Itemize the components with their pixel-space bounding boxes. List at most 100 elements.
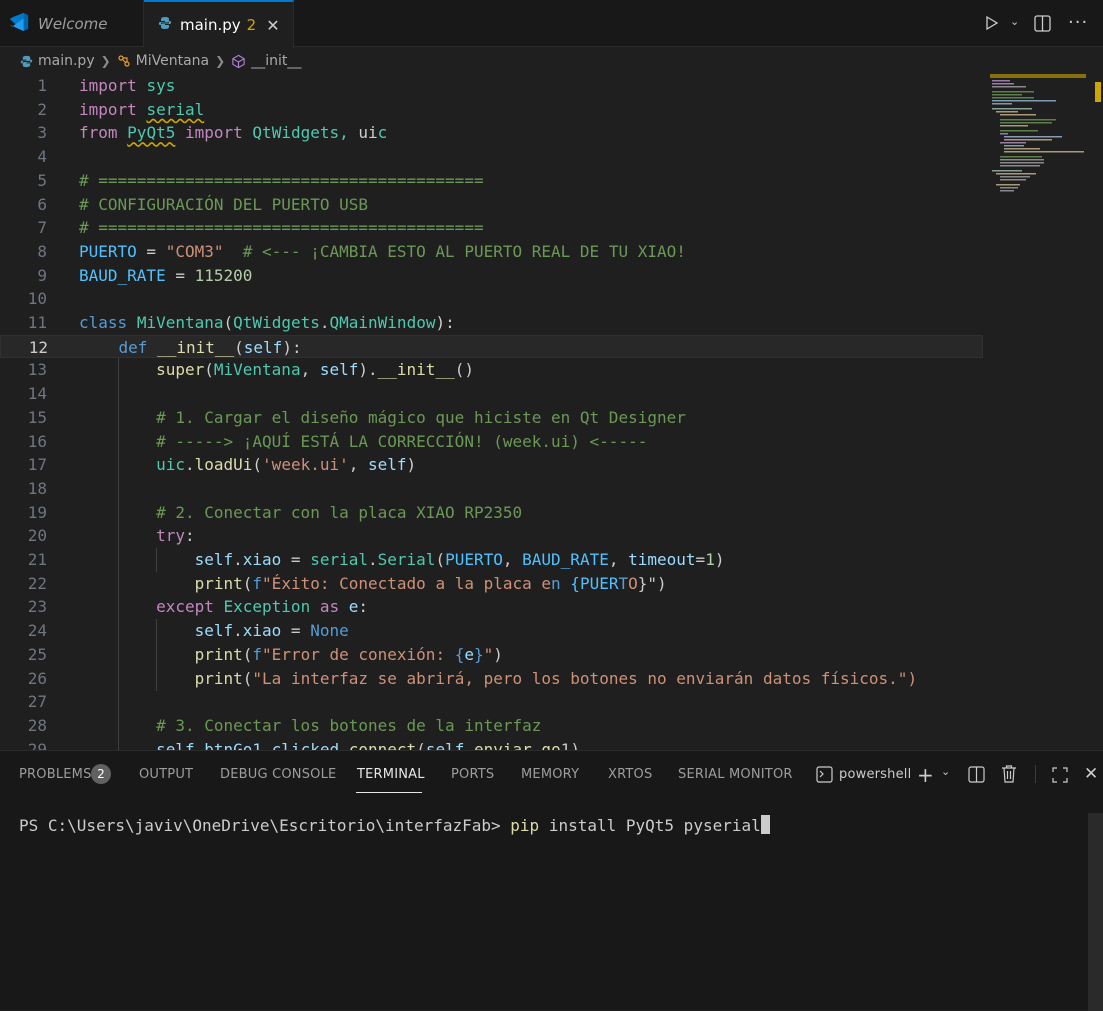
close-icon[interactable]: ✕ [266,16,279,35]
code-line[interactable]: 17 uic.loadUi('week.ui', self) [0,453,983,477]
code-line[interactable]: 27 [0,690,983,714]
breadcrumb-file[interactable]: main.py [38,53,95,69]
code-line[interactable]: 8 PUERTO = "COM3" # <--- ¡CAMBIA ESTO AL … [0,240,983,264]
code-line[interactable]: 26 print("La interfaz se abrirá, pero lo… [0,667,983,691]
line-number: 11 [27,313,47,332]
maximize-icon[interactable] [1052,767,1068,787]
code-text: BAUD_RATE = 115200 [79,265,253,285]
code-line[interactable]: 28 # 3. Conectar los botones de la inter… [0,714,983,738]
terminal-args: install PyQt5 pyserial [539,816,761,835]
code-line[interactable]: 5 # =====================================… [0,169,983,193]
code-line[interactable]: 21 self.xiao = serial.Serial(PUERTO, BAU… [0,548,983,572]
split-terminal-icon[interactable] [968,766,985,787]
panel-tab-bar: PROBLEMS 2 OUTPUT DEBUG CONSOLE TERMINAL… [0,751,1103,797]
code-line[interactable]: 1 import sys [0,74,983,98]
line-number: 19 [27,502,47,522]
terminal-output[interactable]: PS C:\Users\javiv\OneDrive\Escritorio\in… [19,815,770,835]
python-file-icon [20,55,33,68]
line-number: 12 [28,337,48,357]
code-line[interactable]: 20 try: [0,524,983,548]
terminal-command: pip [510,816,540,835]
code-line[interactable]: 9 BAUD_RATE = 115200 [0,264,983,288]
tab-output[interactable]: OUTPUT [139,767,193,782]
close-icon[interactable]: ✕ [1084,764,1098,784]
code-line[interactable]: 14 [0,382,983,406]
tab-memory[interactable]: MEMORY [521,767,579,782]
tab-problems[interactable]: PROBLEMS [19,767,92,782]
code-text: # ======================================… [79,218,484,238]
split-editor-icon[interactable] [1034,15,1051,36]
line-number: 28 [27,715,47,735]
code-line[interactable]: 22 print(f"Éxito: Conectado a la placa e… [0,572,983,596]
tab-serial-monitor[interactable]: SERIAL MONITOR [678,767,793,782]
code-text: print(f"Error de conexión: {e}") [194,644,503,664]
line-number: 1 [37,76,47,95]
code-text: PUERTO = "COM3" # <--- ¡CAMBIA ESTO AL P… [79,241,686,261]
minimap[interactable] [990,74,1086,194]
tab-terminal[interactable]: TERMINAL [357,767,425,782]
trash-icon[interactable] [1001,765,1017,787]
tab-welcome[interactable]: Welcome [0,0,144,47]
code-text: # ======================================… [79,170,484,190]
code-text: def __init__(self): [118,337,302,357]
line-number: 20 [27,526,47,546]
terminal-scrollbar[interactable] [1088,813,1103,1011]
code-line[interactable]: 11 class MiVentana(QtWidgets.QMainWindow)… [0,311,983,335]
line-number: 3 [37,123,47,143]
code-line[interactable]: 16 # -----> ¡AQUÍ ESTÁ LA CORRECCIÓN! (w… [0,430,983,454]
code-line[interactable]: 6 # CONFIGURACIÓN DEL PUERTO USB [0,193,983,217]
code-editor[interactable]: 1 import sys 2 import serial 3 from PyQt5 imp… [0,74,1103,750]
code-line[interactable]: 3 from PyQt5 import QtWidgets, uic [0,121,983,145]
code-line[interactable]: 29 self.btnGo1.clicked.connect(self.envi… [0,738,983,750]
tab-debug-console[interactable]: DEBUG CONSOLE [220,767,336,782]
code-text: # -----> ¡AQUÍ ESTÁ LA CORRECCIÓN! (week… [156,431,648,451]
breadcrumb: main.py ❯ MiVentana ❯ __init__ [0,48,1103,74]
line-number: 8 [37,241,47,261]
chevron-right-icon: ❯ [215,54,226,68]
bottom-panel: PROBLEMS 2 OUTPUT DEBUG CONSOLE TERMINAL… [0,750,1103,1011]
code-line[interactable]: 18 [0,477,983,501]
code-text: super(MiVentana, self).__init__() [156,360,474,380]
run-icon[interactable] [984,15,1000,35]
breadcrumb-method[interactable]: __init__ [251,53,301,69]
line-number: 10 [27,289,47,309]
code-line[interactable]: 15 # 1. Cargar el diseño mágico que hici… [0,406,983,430]
terminal-shell-name[interactable]: powershell [839,767,911,782]
code-line[interactable]: 13 super(MiVentana, self).__init__() [0,358,983,382]
code-line[interactable]: 2 import serial [0,98,983,122]
add-icon[interactable]: + [917,763,934,787]
code-line[interactable]: 24 self.xiao = None [0,619,983,643]
code-line[interactable]: 23 except Exception as e: [0,595,983,619]
code-line[interactable]: 19 # 2. Conectar con la placa XIAO RP235… [0,501,983,525]
line-number: 15 [27,407,47,427]
overview-ruler[interactable] [1095,74,1103,750]
line-number: 13 [27,360,47,380]
toolbar-divider [1035,765,1036,783]
tab-main-label: main.py [180,16,241,34]
line-number: 18 [27,478,47,498]
symbol-method-icon [231,54,246,69]
tab-welcome-label: Welcome [38,14,108,33]
terminal-cursor [760,815,770,834]
more-icon[interactable]: ··· [1068,12,1088,33]
code-line[interactable]: 12 def __init__(self): [0,334,983,359]
code-text: self.xiao = None [194,621,349,641]
tab-main-py[interactable]: main.py 2 ✕ [144,0,294,48]
code-line[interactable]: 7 # =====================================… [0,216,983,240]
code-text: class MiVentana(QtWidgets.QMainWindow): [79,313,455,332]
tab-ports[interactable]: PORTS [451,767,494,782]
code-line[interactable]: 25 print(f"Error de conexión: {e}") [0,643,983,667]
code-text: self.btnGo1.clicked.connect(self.enviar_… [156,739,580,750]
editor-tab-bar: Welcome main.py 2 ✕ ⌄ ··· [0,0,1103,48]
code-line[interactable]: 10 [0,287,983,311]
chevron-down-icon[interactable]: ⌄ [1010,15,1019,28]
breadcrumb-class[interactable]: MiVentana [136,53,209,69]
chevron-down-icon[interactable]: ⌄ [941,765,950,778]
code-text: # CONFIGURACIÓN DEL PUERTO USB [79,194,368,214]
code-line[interactable]: 4 [0,145,983,169]
line-number: 23 [27,597,47,617]
code-text: # 2. Conectar con la placa XIAO RP2350 [156,502,523,522]
tab-xrtos[interactable]: XRTOS [608,767,652,782]
line-number: 21 [27,550,47,569]
terminal-prompt: PS C:\Users\javiv\OneDrive\Escritorio\in… [19,816,511,835]
